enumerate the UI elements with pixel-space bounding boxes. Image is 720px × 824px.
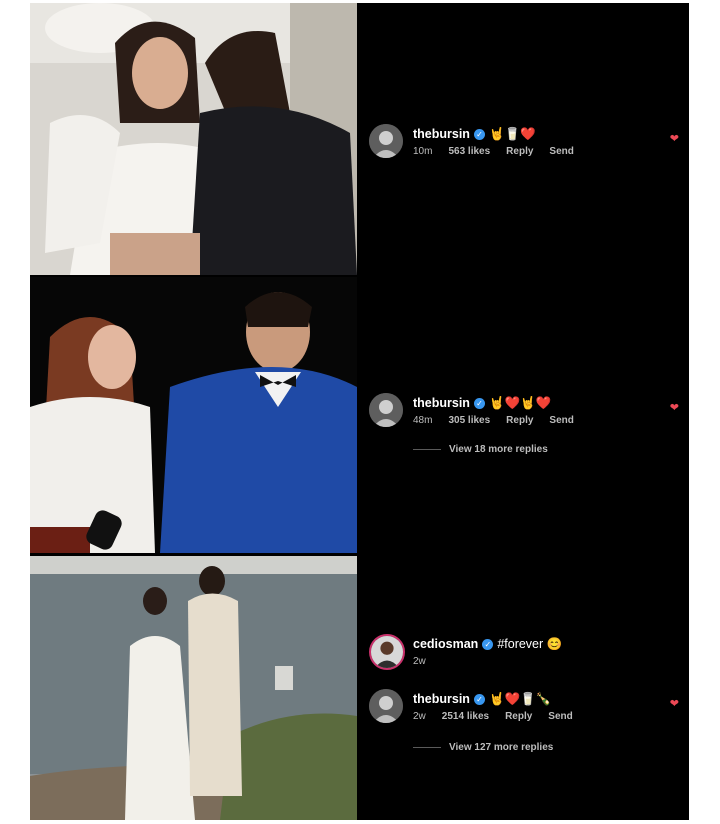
verified-badge-icon: ✓ [473,129,485,141]
username[interactable]: thebursin [413,692,470,706]
username[interactable]: cediosman [413,637,478,651]
verified-badge-icon: ✓ [473,398,485,410]
comment-1: thebursin ✓ 🤘🥛❤️ 10m 563 likes Reply Send ❤ [369,124,679,164]
heart-icon[interactable]: ❤ [670,401,679,414]
comment-text: 🤘❤️🤘❤️ [488,396,552,410]
comment-2: thebursin ✓ 🤘❤️🤘❤️ 48m 305 likes Reply Send ❤… [369,393,679,463]
likes-count[interactable]: 2514 likes [442,711,489,722]
avatar[interactable] [369,393,403,427]
username[interactable]: thebursin [413,127,470,141]
comment-text: 🤘❤️🥛🍾 [488,692,552,706]
comment-time: 2w [413,711,426,722]
likes-count[interactable]: 563 likes [448,146,490,157]
verified-badge-icon: ✓ [473,694,485,706]
comment-time: 10m [413,146,433,157]
wedding-photo-2 [30,277,357,553]
comment-3: cediosman ✓ #forever 😊 2w [369,634,679,670]
reply-button[interactable]: Reply [505,711,532,722]
comment-text: 🤘🥛❤️ [488,127,536,141]
comment-4: thebursin ✓ 🤘❤️🥛🍾 2w 2514 likes Reply Send ❤ … [369,689,679,759]
verified-badge-icon: ✓ [482,639,494,651]
username[interactable]: thebursin [413,396,470,410]
likes-count[interactable]: 305 likes [448,415,490,426]
wedding-photo-1 [30,3,357,275]
send-button[interactable]: Send [549,415,573,426]
comment-text: #forever 😊 [497,637,563,651]
avatar[interactable] [369,124,403,158]
comment-time: 2w [413,656,426,667]
post-collage: thebursin ✓ 🤘🥛❤️ 10m 563 likes Reply Send ❤ t… [30,3,689,820]
view-more-replies[interactable]: View 18 more replies [413,444,548,455]
reply-button[interactable]: Reply [506,415,533,426]
reply-button[interactable]: Reply [506,146,533,157]
avatar[interactable] [369,689,403,723]
send-button[interactable]: Send [548,711,572,722]
heart-icon[interactable]: ❤ [670,697,679,710]
comment-time: 48m [413,415,433,426]
avatar[interactable] [369,634,405,670]
heart-icon[interactable]: ❤ [670,132,679,145]
send-button[interactable]: Send [549,146,573,157]
wedding-photo-3 [30,556,357,820]
view-more-replies[interactable]: View 127 more replies [413,742,553,753]
